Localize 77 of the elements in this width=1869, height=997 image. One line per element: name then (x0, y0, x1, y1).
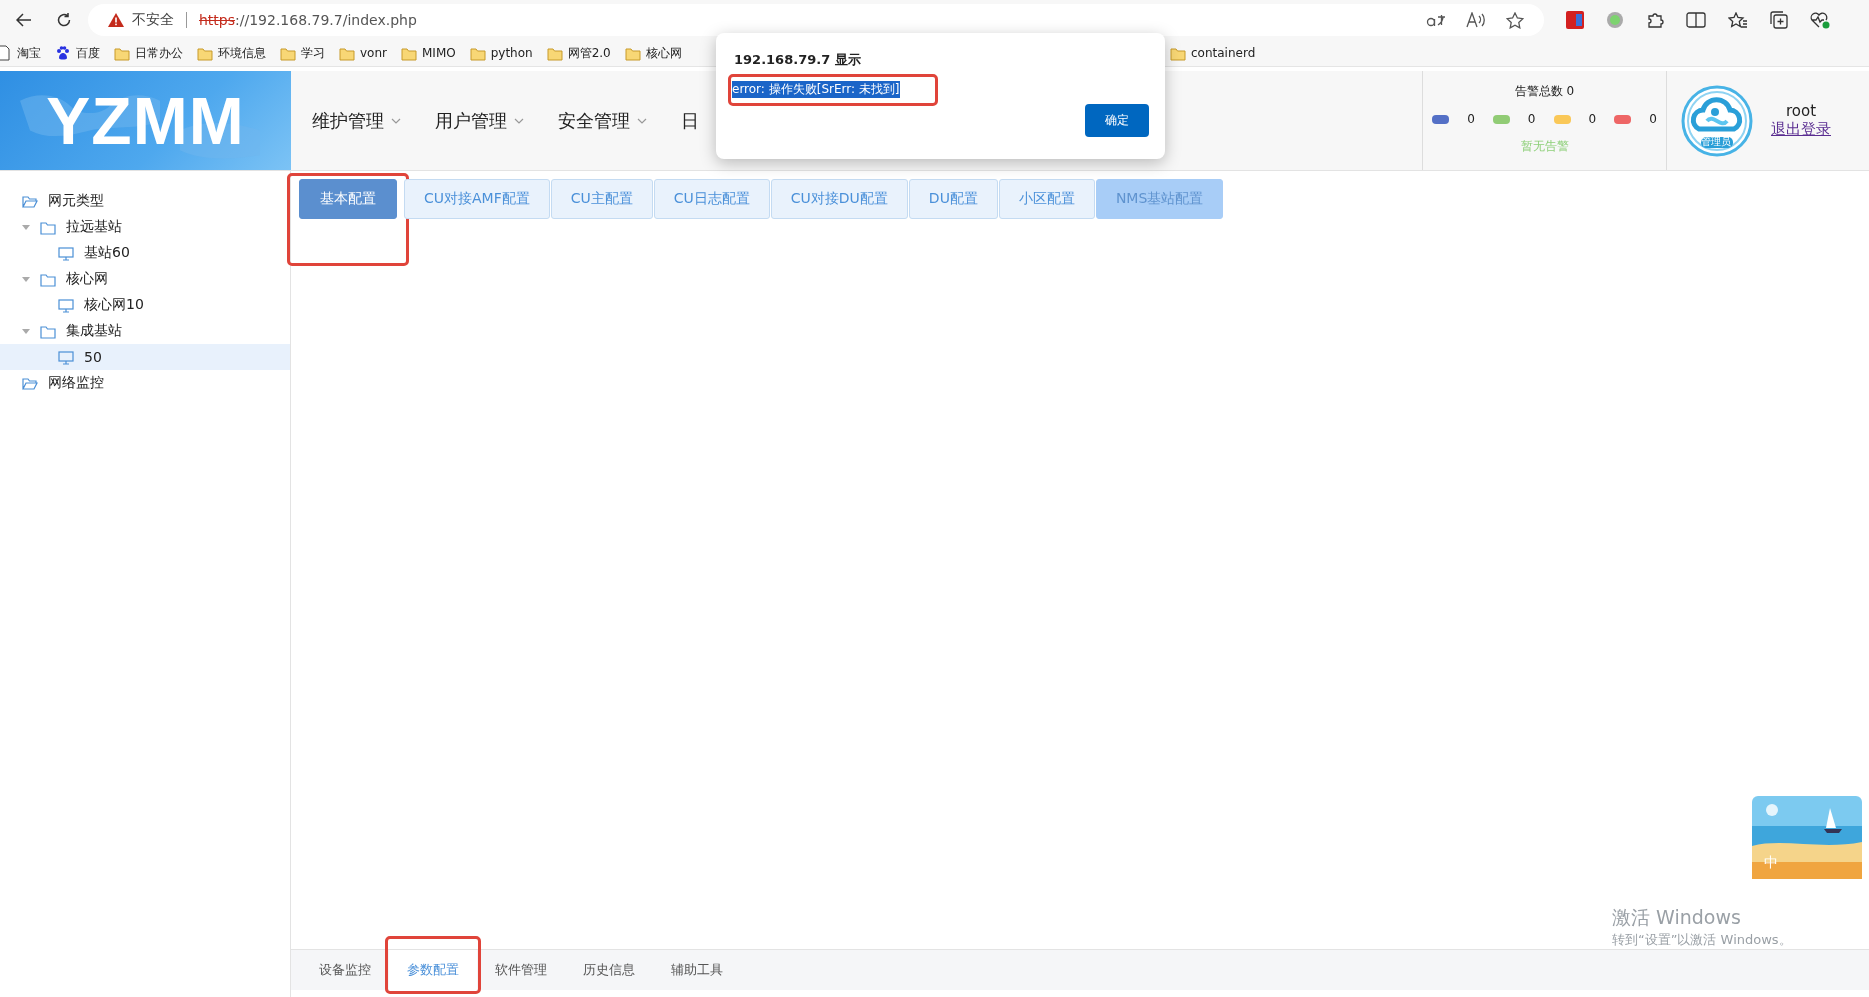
folder-icon (469, 45, 486, 61)
bookmark-item[interactable]: 学习 (280, 44, 325, 62)
dialog-title: 192.168.79.7 显示 (734, 51, 862, 69)
url-scheme: https (199, 12, 236, 28)
alarm-count: 0 (1467, 112, 1475, 126)
nav-menu-item[interactable]: 用户管理 (435, 108, 524, 133)
ok-button[interactable]: 确定 (1085, 104, 1149, 137)
tree-item[interactable]: 基站60 (0, 240, 290, 266)
bookmark-item[interactable]: python (469, 44, 533, 62)
alarm-count: 0 (1588, 112, 1597, 126)
bookmark-item[interactable]: vonr (339, 44, 387, 62)
user-name: root (1785, 102, 1817, 120)
alarm-status: 暂无告警 (1520, 138, 1569, 155)
folder-icon (22, 193, 38, 209)
address-bar[interactable]: 不安全 https://192.168.79.7/index.php (88, 4, 1544, 36)
alarm-count: 0 (1527, 112, 1536, 126)
bottom-tab[interactable]: 设备监控 (301, 950, 389, 990)
activation-hint: 转到“设置”以激活 Windows。 (1612, 931, 1792, 949)
bottom-tab[interactable]: 参数配置 (389, 950, 477, 990)
folder-icon (40, 323, 56, 339)
logo-banner: YZMM (0, 71, 291, 170)
tree-item[interactable]: 网元类型 (0, 188, 290, 214)
url-text: ://192.168.79.7/index.php (235, 12, 417, 28)
alarm-count: 0 (1649, 112, 1657, 126)
dialog-message: error: 操作失败[SrErr: 未找到] (732, 81, 900, 98)
tree-item[interactable]: 集成基站 (0, 318, 290, 344)
nav-menu-item[interactable]: 维护管理 (312, 108, 401, 133)
tree-item[interactable]: 核心网10 (0, 292, 290, 318)
folder-icon (339, 45, 355, 61)
security-label: 不安全 (132, 11, 174, 29)
avatar-icon: 管理员 (1681, 84, 1753, 157)
bookmark-item[interactable]: 日常办公 (114, 44, 183, 62)
bottom-tab[interactable]: 历史信息 (565, 950, 653, 990)
folder-icon (197, 45, 213, 61)
tree-item[interactable]: 网络监控 (0, 370, 290, 396)
bookmark-item[interactable]: containerd (1170, 45, 1256, 61)
favorites-icon[interactable] (1728, 11, 1748, 29)
folder-icon (280, 45, 296, 61)
star-icon[interactable] (1506, 11, 1524, 29)
paw-icon (55, 45, 71, 61)
monitor-icon (58, 349, 74, 365)
logout-link[interactable]: 退出登录 (1771, 120, 1831, 139)
caret-icon[interactable] (637, 117, 647, 124)
folder-icon (1170, 45, 1186, 61)
monitor-icon (58, 245, 74, 261)
monitor-icon (58, 297, 74, 313)
caret-icon[interactable] (514, 117, 524, 124)
bookmark-item[interactable]: 百度 (55, 44, 100, 62)
puzzle-icon[interactable] (1646, 11, 1664, 29)
split-screen-icon[interactable] (1686, 12, 1706, 28)
folder-icon (22, 375, 38, 391)
folder-icon (40, 271, 56, 287)
folder-icon (401, 45, 417, 61)
activation-title: 激活 Windows (1612, 905, 1742, 930)
nav-menu-item[interactable]: 安全管理 (558, 108, 647, 133)
warning-icon (108, 13, 124, 27)
bottom-tab[interactable]: 软件管理 (477, 950, 565, 990)
bookmark-item[interactable]: 环境信息 (197, 44, 266, 62)
folder-icon (114, 45, 130, 61)
bottom-tab[interactable]: 辅助工具 (653, 950, 741, 990)
bookmark-item[interactable]: 核心网 (624, 44, 682, 62)
collections-icon[interactable] (1770, 11, 1788, 29)
bookmark-item[interactable]: 网管2.0 (546, 44, 611, 62)
alarm-total: 告警总数 0 (1514, 83, 1575, 100)
folder-icon (624, 45, 641, 61)
bookmark-item[interactable]: MIMO (401, 44, 456, 62)
read-aloud-icon[interactable] (1466, 12, 1486, 28)
tree-item[interactable]: 50 (0, 344, 290, 370)
folder-icon (40, 219, 56, 235)
nav-menu-item[interactable]: 日 (681, 108, 699, 133)
translate-icon[interactable] (1426, 13, 1446, 27)
tree-item[interactable]: 核心网 (0, 266, 290, 292)
health-icon[interactable] (1810, 11, 1830, 29)
caret-icon[interactable] (391, 117, 401, 124)
bookmark-item[interactable]: 淘宝 (0, 44, 41, 62)
tree-item[interactable]: 拉远基站 (0, 214, 290, 240)
folder-icon (546, 45, 563, 61)
